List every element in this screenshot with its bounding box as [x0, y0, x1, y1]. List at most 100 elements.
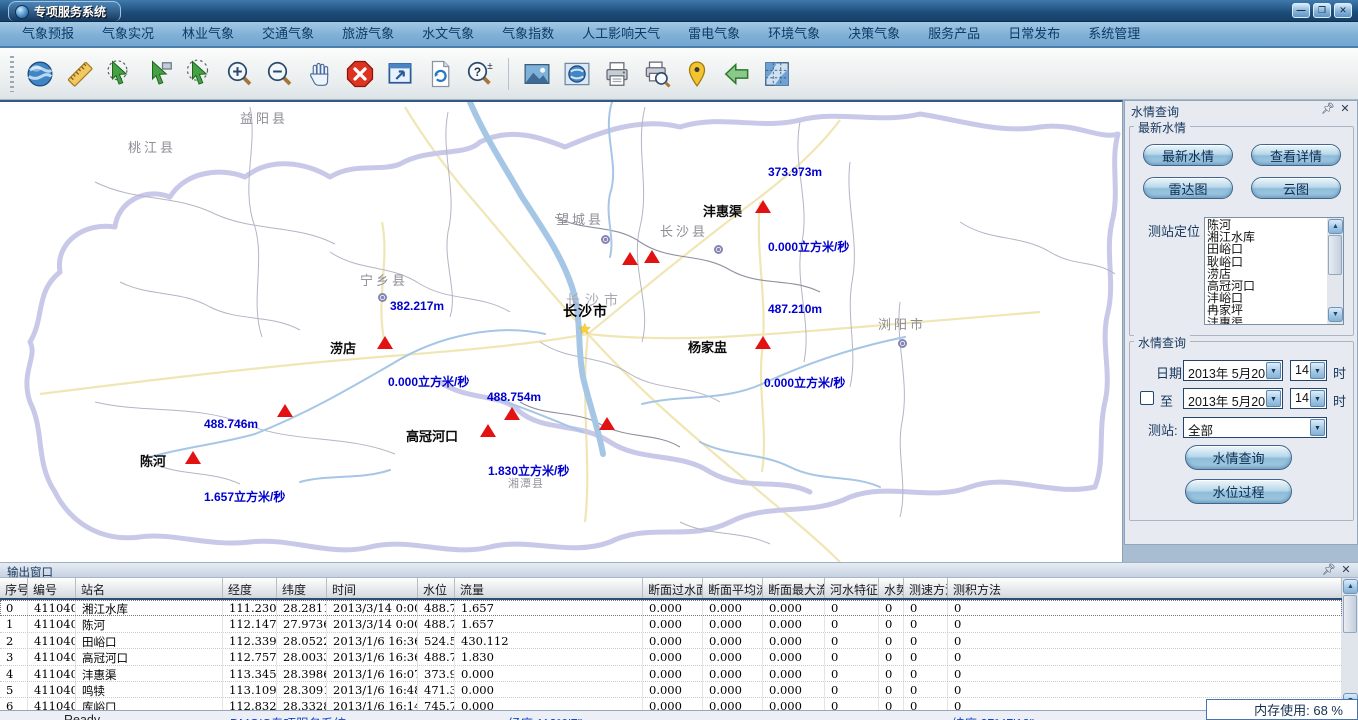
- menu-item[interactable]: 人工影响天气: [568, 23, 674, 45]
- column-header[interactable]: 断面过水面: [643, 578, 703, 598]
- list-item[interactable]: 田峪口: [1207, 243, 1326, 255]
- select-circle-icon[interactable]: [185, 59, 215, 89]
- chevron-down-icon[interactable]: ▼: [1310, 390, 1325, 407]
- identify-icon[interactable]: ?±: [465, 59, 495, 89]
- list-item[interactable]: 耿峪口: [1207, 256, 1326, 268]
- toolbar-grip[interactable]: [10, 56, 14, 92]
- station-marker[interactable]: [277, 404, 293, 417]
- output-close-icon[interactable]: ✕: [1339, 564, 1353, 577]
- menu-item[interactable]: 雷电气象: [674, 23, 754, 45]
- station-marker[interactable]: [185, 451, 201, 464]
- scroll-up-icon[interactable]: ▲: [1328, 219, 1343, 234]
- station-marker[interactable]: [622, 252, 638, 265]
- menu-item[interactable]: 决策气象: [834, 23, 914, 45]
- minimize-button[interactable]: —: [1292, 3, 1310, 18]
- station-marker[interactable]: [755, 200, 771, 213]
- column-header[interactable]: 河水特征码: [825, 578, 879, 598]
- hour-combo[interactable]: 14 ▼: [1290, 360, 1327, 381]
- menu-item[interactable]: 气象预报: [8, 23, 88, 45]
- column-header[interactable]: 水势: [879, 578, 904, 598]
- water-query-button[interactable]: 水情查询: [1185, 445, 1292, 470]
- swipe-image-icon[interactable]: [522, 59, 552, 89]
- table-row[interactable]: 241104004田峪口112.33916728.0522222013/1/6 …: [0, 633, 1342, 649]
- menu-item[interactable]: 气象实况: [88, 23, 168, 45]
- station-marker[interactable]: [480, 424, 496, 437]
- chevron-down-icon[interactable]: ▼: [1266, 390, 1281, 407]
- table-row[interactable]: 541104022鸣犊113.10944428.3091672013/1/6 1…: [0, 682, 1342, 698]
- station-marker[interactable]: [504, 407, 520, 420]
- to-checkbox[interactable]: [1140, 391, 1154, 405]
- pin-icon[interactable]: 📌︎: [1322, 564, 1336, 577]
- table-row[interactable]: 441104017沣惠渠113.34527828.3986112013/1/6 …: [0, 666, 1342, 682]
- column-header[interactable]: 站名: [76, 578, 223, 598]
- water-level-process-button[interactable]: 水位过程: [1185, 479, 1292, 504]
- scroll-thumb[interactable]: [1343, 595, 1357, 633]
- column-header[interactable]: 断面最大流: [763, 578, 825, 598]
- zoom-in-icon[interactable]: [225, 59, 255, 89]
- column-header[interactable]: 纬度: [277, 578, 327, 598]
- fit-extent-icon[interactable]: [385, 59, 415, 89]
- station-marker[interactable]: [599, 417, 615, 430]
- hour2-combo[interactable]: 14 ▼: [1290, 388, 1327, 409]
- menu-item[interactable]: 日常发布: [994, 23, 1074, 45]
- map-canvas[interactable]: 益阳县桃江县宁乡县望城县长沙县浏阳市湘潭县长沙市长沙市涝店陈河高冠河口沣惠渠杨家…: [0, 100, 1123, 562]
- view-details-button[interactable]: 查看详情: [1251, 144, 1341, 166]
- column-header[interactable]: 编号: [28, 578, 76, 598]
- menu-item[interactable]: 环境气象: [754, 23, 834, 45]
- measure-icon[interactable]: [65, 59, 95, 89]
- column-header[interactable]: 水位: [418, 578, 455, 598]
- close-button[interactable]: ✕: [1334, 3, 1352, 18]
- radar-chart-button[interactable]: 雷达图: [1143, 177, 1233, 199]
- column-header[interactable]: 测积方法: [948, 578, 1342, 598]
- menu-item[interactable]: 系统管理: [1074, 23, 1154, 45]
- table-scrollbar[interactable]: ▲ ▼: [1342, 578, 1358, 710]
- panel-close-icon[interactable]: ✕: [1338, 103, 1352, 116]
- chevron-down-icon[interactable]: ▼: [1310, 419, 1325, 436]
- menu-item[interactable]: 旅游气象: [328, 23, 408, 45]
- column-header[interactable]: 测速方法: [904, 578, 948, 598]
- chevron-down-icon[interactable]: ▼: [1310, 362, 1325, 379]
- world-layers-icon[interactable]: [562, 59, 592, 89]
- station-combo[interactable]: 全部 ▼: [1183, 417, 1327, 438]
- table-row[interactable]: 341104010高冠河口112.75722228.0033332013/1/6…: [0, 649, 1342, 665]
- menu-item[interactable]: 气象指数: [488, 23, 568, 45]
- column-header[interactable]: 时间: [327, 578, 418, 598]
- scroll-thumb[interactable]: [1328, 235, 1342, 275]
- print-icon[interactable]: [602, 59, 632, 89]
- overview-map-icon[interactable]: [762, 59, 792, 89]
- menu-item[interactable]: 服务产品: [914, 23, 994, 45]
- pin-icon[interactable]: 📌︎: [1321, 103, 1335, 116]
- select-arrow-icon[interactable]: [145, 59, 175, 89]
- stop-icon[interactable]: [345, 59, 375, 89]
- station-listbox[interactable]: 陈河湘江水库田峪口耿峪口涝店高冠河口沣峪口冉家坪沣惠渠 ▲ ▼: [1204, 217, 1344, 325]
- column-header[interactable]: 断面平均流: [703, 578, 763, 598]
- print-preview-icon[interactable]: [642, 59, 672, 89]
- table-row[interactable]: 041104002湘江水库111.23000028.2811112013/3/1…: [0, 600, 1342, 616]
- back-icon[interactable]: [722, 59, 752, 89]
- station-marker[interactable]: [644, 250, 660, 263]
- station-marker[interactable]: [377, 336, 393, 349]
- station-marker[interactable]: [755, 336, 771, 349]
- cloud-image-button[interactable]: 云图: [1251, 177, 1341, 199]
- select-polygon-icon[interactable]: [105, 59, 135, 89]
- table-row[interactable]: 641104024库峪口112.83277828.3328532013/1/6 …: [0, 698, 1342, 710]
- locate-pin-icon[interactable]: [682, 59, 712, 89]
- column-header[interactable]: 经度: [223, 578, 277, 598]
- scroll-up-icon[interactable]: ▲: [1343, 579, 1358, 594]
- latest-water-button[interactable]: 最新水情: [1143, 144, 1233, 166]
- scroll-down-icon[interactable]: ▼: [1328, 307, 1343, 322]
- menu-item[interactable]: 林业气象: [168, 23, 248, 45]
- restore-button[interactable]: ❐: [1313, 3, 1331, 18]
- list-item[interactable]: 冉家坪: [1207, 304, 1326, 316]
- column-header[interactable]: 序号: [0, 578, 28, 598]
- listbox-scrollbar[interactable]: ▲ ▼: [1327, 218, 1343, 324]
- globe-icon[interactable]: [25, 59, 55, 89]
- refresh-icon[interactable]: [425, 59, 455, 89]
- menu-item[interactable]: 交通气象: [248, 23, 328, 45]
- chevron-down-icon[interactable]: ▼: [1266, 362, 1281, 379]
- date-combo[interactable]: 2013年 5月20日 ▼: [1183, 360, 1283, 381]
- zoom-out-icon[interactable]: [265, 59, 295, 89]
- menu-item[interactable]: 水文气象: [408, 23, 488, 45]
- table-row[interactable]: 141104002陈河112.14777827.9736112013/3/14 …: [0, 616, 1342, 632]
- list-item[interactable]: 沣惠渠: [1207, 317, 1326, 325]
